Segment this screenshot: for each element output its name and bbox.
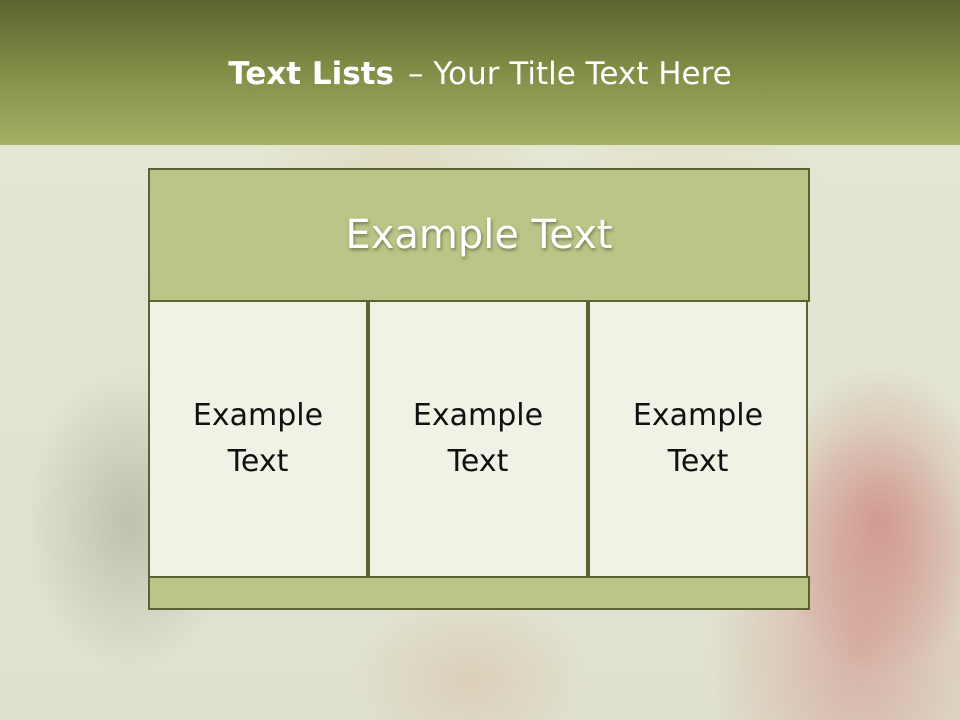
slide-title: Text Lists – Your Title Text Here (0, 52, 960, 96)
title-bar: Text Lists – Your Title Text Here (0, 0, 960, 145)
list-column-3-text: Example Text (632, 398, 764, 479)
list-column-1-text: Example Text (192, 398, 324, 479)
slide-title-bold: Text Lists (228, 56, 394, 92)
list-column-3: Example Text (588, 300, 808, 578)
text-list-panel: Example Text Example Text Example Text E… (148, 168, 810, 610)
panel-header: Example Text (148, 168, 810, 302)
list-column-2: Example Text (368, 300, 588, 578)
panel-header-text: Example Text (345, 212, 613, 258)
panel-footer-bar (148, 576, 810, 610)
list-column-1: Example Text (148, 300, 368, 578)
list-column-2-text: Example Text (412, 398, 544, 479)
slide-title-rest: – Your Title Text Here (408, 56, 732, 92)
